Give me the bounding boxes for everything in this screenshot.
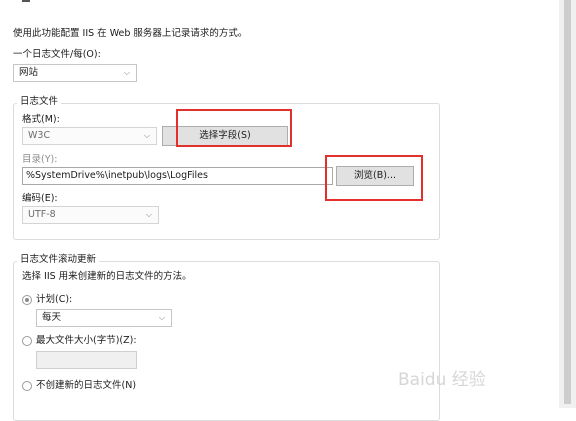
format-label: 格式(M): <box>22 114 60 125</box>
no-new-file-radio-label[interactable]: 不创建新的日志文件(N) <box>36 380 136 392</box>
chevron-down-icon: ⌵ <box>143 131 150 140</box>
rollover-description: 选择 IIS 用来创建新的日志文件的方法。 <box>22 271 192 282</box>
max-size-radio-label[interactable]: 最大文件大小(字节)(Z): <box>36 335 137 347</box>
schedule-value: 每天 <box>42 312 62 323</box>
directory-input[interactable]: %SystemDrive%\inetpub\logs\LogFiles <box>22 167 333 185</box>
log-file-group-title: 日志文件 <box>17 96 62 108</box>
format-value: W3C <box>28 130 51 141</box>
encoding-value: UTF-8 <box>28 209 56 220</box>
chevron-down-icon: ⌵ <box>158 313 165 322</box>
rollover-group-title: 日志文件滚动更新 <box>17 254 100 266</box>
highlight-box-browse <box>325 155 423 201</box>
schedule-radio[interactable] <box>22 295 32 305</box>
per-log-file-value: 网站 <box>19 67 39 78</box>
per-log-file-label: 一个日志文件/每(O): <box>13 49 101 60</box>
encoding-dropdown[interactable]: UTF-8 ⌵ <box>22 206 159 224</box>
schedule-radio-label[interactable]: 计划(C): <box>36 294 72 306</box>
max-size-input[interactable] <box>36 351 137 369</box>
top-edge-fragment <box>22 0 30 2</box>
format-dropdown[interactable]: W3C ⌵ <box>22 127 157 145</box>
page-description: 使用此功能配置 IIS 在 Web 服务器上记录请求的方式。 <box>13 28 248 39</box>
chevron-down-icon: ⌵ <box>123 68 130 77</box>
encoding-label: 编码(E): <box>22 193 58 204</box>
no-new-file-radio[interactable] <box>22 381 32 391</box>
baidu-watermark: Baidu 经验 <box>398 370 486 390</box>
scrollbar-thumb[interactable] <box>564 0 571 404</box>
directory-label: 目录(Y): <box>22 154 58 165</box>
schedule-dropdown[interactable]: 每天 ⌵ <box>36 309 172 327</box>
per-log-file-dropdown[interactable]: 网站 ⌵ <box>13 64 137 82</box>
highlight-box-select-fields <box>176 109 292 147</box>
vertical-scrollbar[interactable] <box>559 0 576 408</box>
max-size-radio[interactable] <box>22 336 32 346</box>
chevron-down-icon: ⌵ <box>145 210 152 219</box>
